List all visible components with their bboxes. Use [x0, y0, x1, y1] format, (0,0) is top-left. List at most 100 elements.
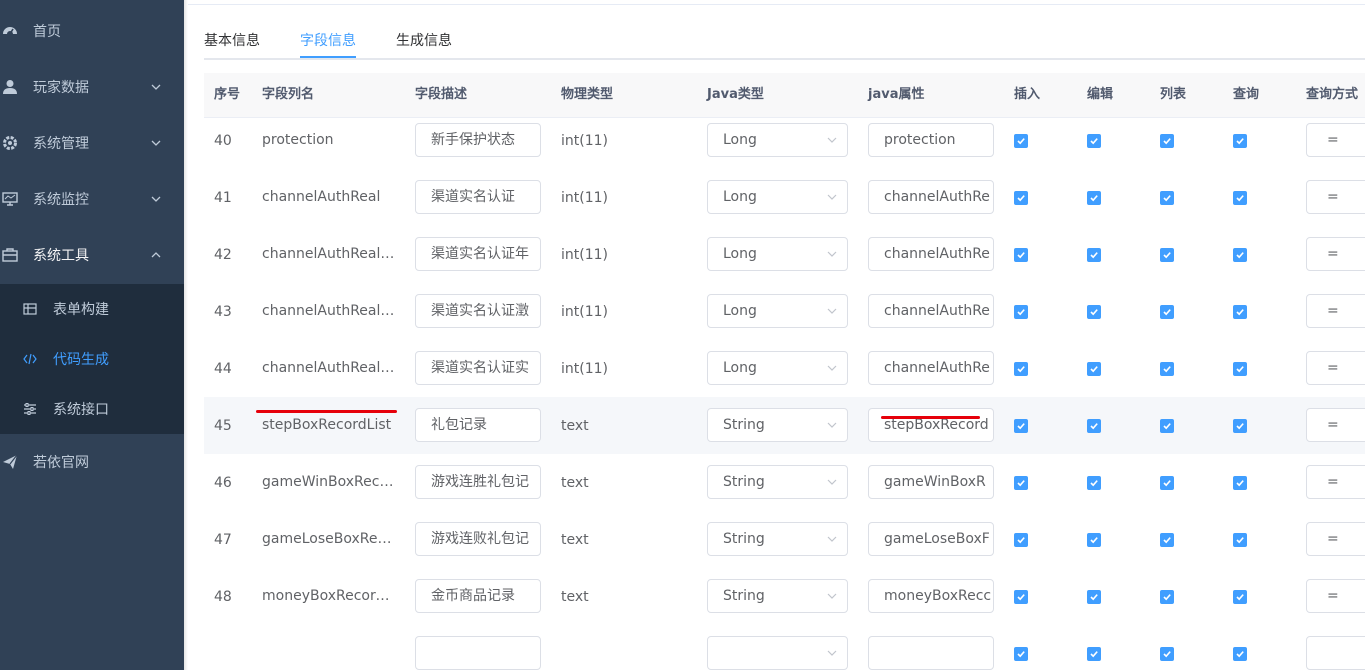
query-checkbox[interactable]	[1233, 134, 1247, 148]
edit-checkbox[interactable]	[1087, 590, 1101, 604]
sidebar-item-system-tools[interactable]: 系统工具	[0, 227, 184, 283]
edit-checkbox[interactable]	[1087, 191, 1101, 205]
sidebar-item-home[interactable]: 首页	[0, 3, 184, 59]
list-checkbox[interactable]	[1160, 647, 1174, 661]
query-type-select[interactable]: =	[1306, 294, 1365, 328]
insert-checkbox[interactable]	[1014, 476, 1028, 490]
edit-checkbox[interactable]	[1087, 476, 1101, 490]
java-type-select[interactable]: String	[707, 408, 848, 442]
insert-checkbox[interactable]	[1014, 305, 1028, 319]
java-type-select[interactable]: Long	[707, 180, 848, 214]
top-card-edge	[188, 0, 1365, 5]
sidebar-item-system-monitor[interactable]: 系统监控	[0, 171, 184, 227]
description-input[interactable]: 游戏连胜礼包记	[415, 465, 541, 499]
header-edit: 编辑	[1087, 87, 1114, 102]
insert-checkbox[interactable]	[1014, 647, 1028, 661]
list-checkbox[interactable]	[1160, 362, 1174, 376]
insert-checkbox[interactable]	[1014, 248, 1028, 262]
insert-checkbox[interactable]	[1014, 134, 1028, 148]
annotation-underline-column	[256, 410, 397, 413]
java-type-select[interactable]: Long	[707, 351, 848, 385]
query-checkbox[interactable]	[1233, 362, 1247, 376]
list-checkbox[interactable]	[1160, 191, 1174, 205]
java-property-input[interactable]: gameWinBoxR	[868, 465, 994, 499]
insert-checkbox[interactable]	[1014, 590, 1028, 604]
java-property-input[interactable]: channelAuthRe	[868, 294, 994, 328]
query-type-select[interactable]: =	[1306, 522, 1365, 556]
query-type-select[interactable]	[1306, 636, 1365, 670]
java-type-select[interactable]: String	[707, 522, 848, 556]
description-input[interactable]: 新手保护状态	[415, 123, 541, 157]
list-checkbox[interactable]	[1160, 590, 1174, 604]
sidebar-item-label: 系统监控	[33, 192, 89, 208]
java-property-input[interactable]: channelAuthRe	[868, 237, 994, 271]
insert-checkbox[interactable]	[1014, 419, 1028, 433]
query-type-select[interactable]: =	[1306, 180, 1365, 214]
list-checkbox[interactable]	[1160, 533, 1174, 547]
java-type-select[interactable]: Long	[707, 237, 848, 271]
query-type-select[interactable]: =	[1306, 237, 1365, 271]
description-input[interactable]: 渠道实名认证年	[415, 237, 541, 271]
edit-checkbox[interactable]	[1087, 305, 1101, 319]
description-input[interactable]: 渠道实名认证实	[415, 351, 541, 385]
query-type-select[interactable]: =	[1306, 123, 1365, 157]
tab-basic-info[interactable]: 基本信息	[204, 30, 260, 50]
edit-checkbox[interactable]	[1087, 647, 1101, 661]
query-checkbox[interactable]	[1233, 647, 1247, 661]
edit-checkbox[interactable]	[1087, 419, 1101, 433]
java-property-input[interactable]: stepBoxRecord	[868, 408, 994, 442]
query-checkbox[interactable]	[1233, 191, 1247, 205]
edit-checkbox[interactable]	[1087, 134, 1101, 148]
query-type-select[interactable]: =	[1306, 351, 1365, 385]
query-checkbox[interactable]	[1233, 419, 1247, 433]
java-type-select[interactable]: String	[707, 465, 848, 499]
sidebar-item-system-api[interactable]: 系统接口	[0, 384, 184, 434]
java-property-input[interactable]: gameLoseBoxF	[868, 522, 994, 556]
description-input[interactable]: 礼包记录	[415, 408, 541, 442]
java-property-input[interactable]: moneyBoxRecc	[868, 579, 994, 613]
java-type-select[interactable]: String	[707, 579, 848, 613]
tab-field-info[interactable]: 字段信息	[300, 30, 356, 50]
row-column-name: gameLoseBoxRec…	[262, 531, 398, 547]
java-property-input[interactable]: channelAuthRe	[868, 351, 994, 385]
list-checkbox[interactable]	[1160, 419, 1174, 433]
query-checkbox[interactable]	[1233, 305, 1247, 319]
java-type-select[interactable]	[707, 636, 848, 670]
row-column-name: channelAuthRealA…	[262, 303, 398, 319]
list-checkbox[interactable]	[1160, 134, 1174, 148]
description-input[interactable]: 金币商品记录	[415, 579, 541, 613]
java-property-input[interactable]	[868, 636, 994, 670]
sidebar-item-form-build[interactable]: 表单构建	[0, 284, 184, 334]
query-checkbox[interactable]	[1233, 248, 1247, 262]
description-input[interactable]: 渠道实名认证	[415, 180, 541, 214]
tab-gen-info[interactable]: 生成信息	[396, 30, 452, 50]
list-checkbox[interactable]	[1160, 305, 1174, 319]
description-input[interactable]: 渠道实名认证澂	[415, 294, 541, 328]
insert-checkbox[interactable]	[1014, 362, 1028, 376]
description-input[interactable]	[415, 636, 541, 670]
list-checkbox[interactable]	[1160, 476, 1174, 490]
sidebar-item-player-data[interactable]: 玩家数据	[0, 59, 184, 115]
query-type-select[interactable]: =	[1306, 579, 1365, 613]
row-index: 40	[214, 132, 232, 149]
sidebar-item-system-manage[interactable]: 系统管理	[0, 115, 184, 171]
query-type-select[interactable]: =	[1306, 408, 1365, 442]
sidebar-item-label: 系统管理	[33, 136, 89, 152]
java-type-select[interactable]: Long	[707, 294, 848, 328]
description-input[interactable]: 游戏连败礼包记	[415, 522, 541, 556]
edit-checkbox[interactable]	[1087, 248, 1101, 262]
edit-checkbox[interactable]	[1087, 362, 1101, 376]
insert-checkbox[interactable]	[1014, 533, 1028, 547]
query-checkbox[interactable]	[1233, 533, 1247, 547]
sidebar-item-ruoyi-site[interactable]: 若依官网	[0, 434, 184, 490]
query-type-select[interactable]: =	[1306, 465, 1365, 499]
java-type-select[interactable]: Long	[707, 123, 848, 157]
sidebar-item-code-gen[interactable]: 代码生成	[0, 334, 184, 384]
insert-checkbox[interactable]	[1014, 191, 1028, 205]
query-checkbox[interactable]	[1233, 590, 1247, 604]
java-property-input[interactable]: channelAuthRe	[868, 180, 994, 214]
java-property-input[interactable]: protection	[868, 123, 994, 157]
edit-checkbox[interactable]	[1087, 533, 1101, 547]
list-checkbox[interactable]	[1160, 248, 1174, 262]
query-checkbox[interactable]	[1233, 476, 1247, 490]
